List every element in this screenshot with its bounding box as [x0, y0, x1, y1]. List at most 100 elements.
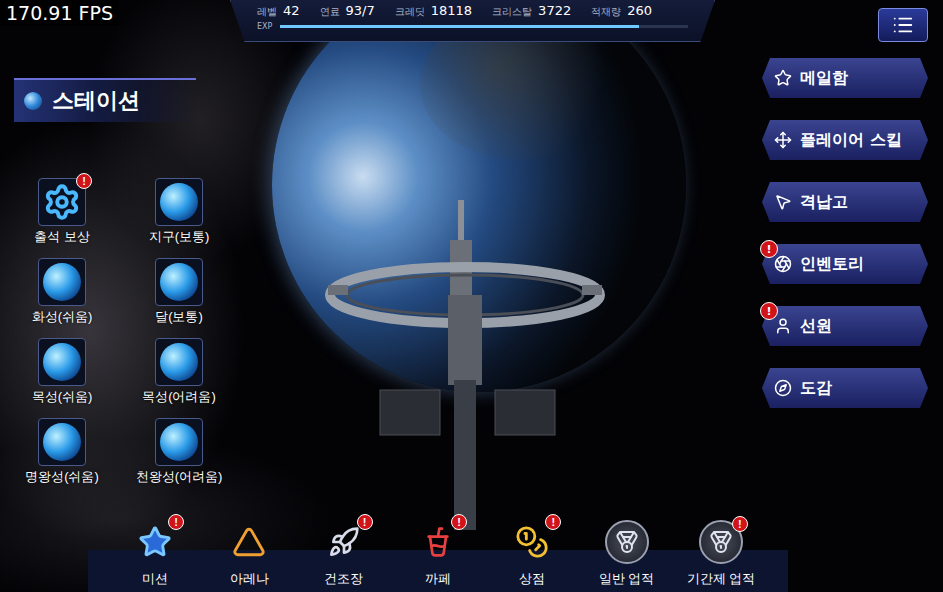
side-menu-item: 도감 — [762, 368, 928, 408]
stage-label: 목성(어려움) — [142, 388, 216, 406]
stat: 크레딧 18118 — [395, 3, 472, 19]
arena-icon — [232, 525, 266, 559]
stage-button[interactable]: 화성(쉬움) — [14, 258, 110, 326]
planet-icon — [160, 343, 198, 381]
exp-row: EXP — [257, 22, 688, 31]
stat-row: 레벨42 연료93/7 크레딧 18118 크리스탈3722 적재량260 — [257, 3, 688, 19]
nav-item[interactable]: ! 건조장 — [309, 520, 379, 588]
stage-button[interactable]: ! 출석 보상 — [14, 178, 110, 246]
stage-label: 달(보통) — [155, 308, 203, 326]
star-icon — [774, 69, 792, 87]
stat-label: 레벨 — [257, 5, 277, 19]
nav-item[interactable]: !까페 — [403, 520, 473, 588]
menu-button[interactable] — [878, 8, 928, 42]
side-menu-button[interactable]: 플레이어 스킬 — [762, 120, 928, 160]
station-header: 스테이션 — [14, 78, 196, 122]
nav-icon-holder: ! — [699, 520, 743, 564]
side-menu-button[interactable]: 선원 — [762, 306, 928, 346]
station-icon — [320, 200, 620, 540]
stage-button[interactable]: 지구(보통) — [131, 178, 227, 246]
stage-button[interactable]: 목성(어려움) — [131, 338, 227, 406]
ring-icon — [774, 255, 792, 273]
stat-label: 크리스탈 — [492, 5, 532, 19]
nav-item[interactable]: ! 상점 — [497, 520, 567, 588]
medal-icon — [615, 530, 639, 554]
cursor-icon — [774, 193, 792, 211]
stage-button[interactable]: 달(보통) — [131, 258, 227, 326]
stat-label: 크레딧 — [395, 5, 425, 19]
stat: 적재량260 — [591, 3, 652, 19]
coins-icon — [515, 525, 549, 559]
bottom-nav: !미션아레나!건조장!까페!상점일반 업적!기간제 업적 — [88, 520, 788, 592]
status-bar: 레벨42 연료93/7 크레딧 18118 크리스탈3722 적재량260 EXP — [230, 0, 715, 42]
side-menu-item: 인벤토리! — [762, 244, 928, 284]
planet-icon — [160, 423, 198, 461]
planet — [272, 0, 686, 392]
side-menu-item: 플레이어 스킬 — [762, 120, 928, 160]
stage-tile — [38, 338, 86, 386]
nav-icon-holder: ! — [133, 520, 177, 564]
alert-badge: ! — [76, 173, 92, 189]
side-menu-item: 격납고 — [762, 182, 928, 222]
stage-button[interactable]: 목성(쉬움) — [14, 338, 110, 406]
nav-label: 건조장 — [324, 570, 363, 588]
ship-icon — [328, 526, 360, 558]
alert-badge: ! — [357, 514, 373, 530]
stage-tile — [155, 338, 203, 386]
stat-value: 18118 — [431, 3, 472, 18]
side-menu-button[interactable]: 메일함 — [762, 58, 928, 98]
compass-icon — [774, 379, 792, 397]
nav-icon-holder: ! — [510, 520, 554, 564]
stat-label: 적재량 — [591, 5, 621, 19]
stage-tile — [38, 418, 86, 466]
stat: 크리스탈3722 — [492, 3, 571, 19]
nav-label: 미션 — [142, 570, 168, 588]
stage-grid: ! 출석 보상 지구(보통) 화성(쉬움) 달(보통) 목성(쉬움) 목성(어려움) 명왕성(… — [14, 178, 227, 486]
nav-icon-holder — [605, 520, 649, 564]
exp-label: EXP — [257, 22, 272, 31]
globe-icon — [24, 92, 42, 110]
stage-tile: ! — [38, 178, 86, 226]
stage-tile — [155, 178, 203, 226]
side-menu-button[interactable]: 도감 — [762, 368, 928, 408]
nav-label: 일반 업적 — [599, 570, 655, 588]
stage-tile — [38, 258, 86, 306]
crew-icon — [774, 317, 792, 335]
stage-button[interactable]: 천왕성(어려움) — [131, 418, 227, 486]
alert-badge: ! — [732, 516, 748, 532]
list-icon — [892, 14, 914, 36]
fps-counter: 170.91 FPS — [0, 0, 119, 26]
nav-item[interactable]: 아레나 — [214, 520, 284, 588]
stat-value: 93/7 — [346, 3, 375, 18]
stage-button[interactable]: 명왕성(쉬움) — [14, 418, 110, 486]
stage-label: 목성(쉬움) — [32, 388, 93, 406]
side-menu-button[interactable]: 격납고 — [762, 182, 928, 222]
nav-item[interactable]: ! 미션 — [120, 520, 190, 588]
exp-track — [280, 25, 688, 28]
nav-label: 까페 — [425, 570, 451, 588]
game-screen: 170.91 FPS 레벨42 연료93/7 크레딧 18118 크리스탈3722 적재량2… — [0, 0, 943, 592]
stage-label: 천왕성(어려움) — [136, 468, 223, 486]
station-panel: 스테이션! 출석 보상 지구(보통) 화성(쉬움) 달(보통) 목성(쉬움) 목성(어려움)… — [0, 45, 227, 486]
side-menu-item: 선원! — [762, 306, 928, 346]
nav-item[interactable]: 일반 업적 — [592, 520, 662, 588]
side-menu-button[interactable]: 인벤토리 — [762, 244, 928, 284]
stat: 연료93/7 — [320, 3, 375, 19]
nav-label: 상점 — [519, 570, 545, 588]
planet-icon — [43, 343, 81, 381]
nav-icon-holder: ! — [322, 520, 366, 564]
station-title: 스테이션 — [52, 86, 140, 116]
stat: 레벨42 — [257, 3, 300, 19]
gear-icon — [43, 183, 81, 221]
stage-label: 출석 보상 — [34, 228, 90, 246]
stage-tile — [155, 418, 203, 466]
star-icon — [138, 525, 172, 559]
planet-icon — [43, 263, 81, 301]
move-icon — [774, 131, 792, 149]
bottom-row: !미션아레나!건조장!까페!상점일반 업적!기간제 업적 — [0, 502, 943, 592]
alert-badge: ! — [760, 302, 778, 320]
planet-icon — [160, 183, 198, 221]
middle-area: 스테이션! 출석 보상 지구(보통) 화성(쉬움) 달(보통) 목성(쉬움) 목성(어려움)… — [0, 45, 943, 502]
stage-label: 명왕성(쉬움) — [25, 468, 99, 486]
nav-item[interactable]: !기간제 업적 — [686, 520, 756, 588]
